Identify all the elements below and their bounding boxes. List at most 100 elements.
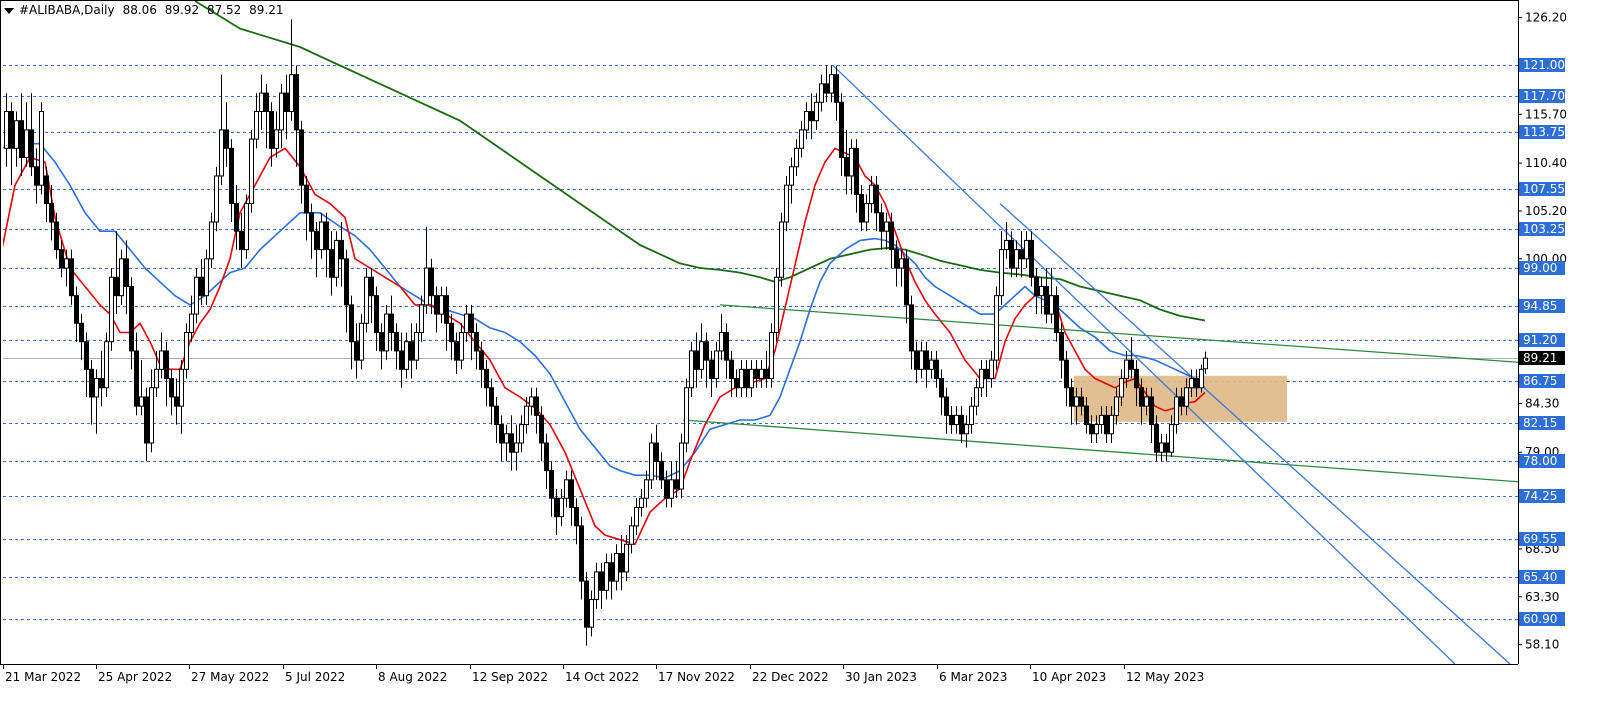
candle-body — [1059, 332, 1064, 361]
candle-body — [789, 166, 794, 186]
candle-body — [1014, 249, 1019, 269]
candle-body — [359, 322, 364, 361]
candle-body — [864, 203, 869, 223]
candle-body — [569, 479, 574, 508]
candle-body — [879, 212, 884, 232]
candle-body — [884, 221, 889, 232]
candle-body — [1104, 414, 1109, 435]
candle-body — [949, 414, 954, 426]
x-tick-label: 17 Nov 2022 — [658, 670, 735, 684]
candle-body — [299, 129, 304, 186]
candle-body — [769, 332, 774, 380]
candle-body — [664, 479, 669, 499]
candle-body — [44, 175, 49, 205]
candle-body — [1039, 285, 1044, 297]
level-label-text: 86.75 — [1523, 374, 1557, 388]
candle-body — [509, 433, 514, 453]
candle-body — [89, 368, 94, 398]
candle-body — [1019, 249, 1024, 260]
candle-body — [559, 497, 564, 518]
candle-body — [1169, 424, 1174, 453]
candle-body — [469, 313, 474, 334]
open-value: 88.06 — [122, 3, 157, 17]
candle-body — [194, 276, 199, 315]
candle-body — [39, 111, 44, 186]
candle-body — [1084, 405, 1089, 426]
candle-body — [84, 341, 89, 370]
price-chart[interactable]: 126.20115.70110.40105.20100.0084.3079.00… — [0, 0, 1617, 711]
level-price-label: 86.75 — [1519, 374, 1565, 388]
level-price-label: 94.85 — [1519, 299, 1565, 313]
chart[interactable]: 126.20 115.70 110.40 105.20 100.00 84.30 79.00… — [0, 0, 1617, 711]
candle-body — [689, 350, 694, 389]
candle-body — [1109, 414, 1114, 435]
candle-body — [669, 479, 674, 499]
candle-body — [649, 442, 654, 481]
candle-body — [934, 359, 939, 380]
candle-body — [214, 175, 219, 223]
candle-body — [699, 341, 704, 370]
x-tick-label: 27 May 2022 — [191, 670, 269, 684]
candle-body — [114, 276, 119, 297]
candle-body — [149, 387, 154, 444]
candle-body — [309, 212, 314, 232]
candle-body — [579, 525, 584, 582]
candle-body — [854, 147, 859, 195]
collapse-triangle-icon[interactable] — [4, 7, 14, 14]
y-tick-label: 110.40 — [1525, 156, 1567, 170]
candle-body — [839, 101, 844, 159]
candle-body — [364, 276, 369, 324]
candle-body — [859, 193, 864, 223]
candle-body — [234, 203, 239, 232]
candle-body — [169, 378, 174, 398]
candle-body — [629, 525, 634, 545]
x-tick-label: 8 Aug 2022 — [378, 670, 447, 684]
x-tick-label: 12 Sep 2022 — [472, 670, 548, 684]
candle — [994, 286, 999, 370]
level-price-label: 121.00 — [1519, 58, 1565, 72]
candle-body — [154, 368, 159, 389]
candle-body — [1189, 378, 1194, 389]
candle-body — [954, 414, 959, 426]
candle-body — [1004, 239, 1009, 251]
candle-body — [644, 479, 649, 499]
level-label-text: 91.20 — [1523, 333, 1557, 347]
candle-body — [924, 350, 929, 370]
candle-body — [764, 368, 769, 380]
candle-body — [34, 166, 39, 186]
candle-body — [159, 350, 164, 370]
candle-body — [124, 258, 129, 287]
level-price-label: 107.55 — [1519, 182, 1565, 196]
candle-body — [1144, 396, 1149, 407]
candle-body — [909, 304, 914, 352]
x-tick-label: 14 Oct 2022 — [565, 670, 639, 684]
level-price-label: 82.15 — [1519, 416, 1565, 430]
level-price-label: 117.70 — [1519, 89, 1565, 103]
candle-body — [134, 350, 139, 407]
candle-body — [829, 74, 834, 94]
candle-body — [444, 295, 449, 324]
level-label-text: 94.85 — [1523, 299, 1557, 313]
candle-body — [544, 442, 549, 472]
candle-body — [999, 249, 1004, 297]
candle — [774, 268, 779, 342]
candle-body — [229, 147, 234, 205]
candle-body — [1159, 442, 1164, 453]
candle-body — [79, 322, 84, 343]
candle-body — [969, 405, 974, 426]
candle-body — [334, 239, 339, 278]
candle-body — [624, 543, 629, 573]
candle-body — [274, 129, 279, 149]
candle-body — [384, 313, 389, 352]
candle-body — [144, 396, 149, 444]
candle-body — [294, 74, 299, 131]
candle-body — [289, 74, 294, 112]
candle-body — [904, 258, 909, 306]
candle-body — [869, 184, 874, 205]
candle-body — [454, 341, 459, 361]
candle-body — [414, 332, 419, 361]
candle-body — [774, 276, 779, 333]
candle-body — [659, 460, 664, 481]
x-tick-label: 5 Jul 2022 — [285, 670, 345, 684]
candle-body — [504, 433, 509, 444]
